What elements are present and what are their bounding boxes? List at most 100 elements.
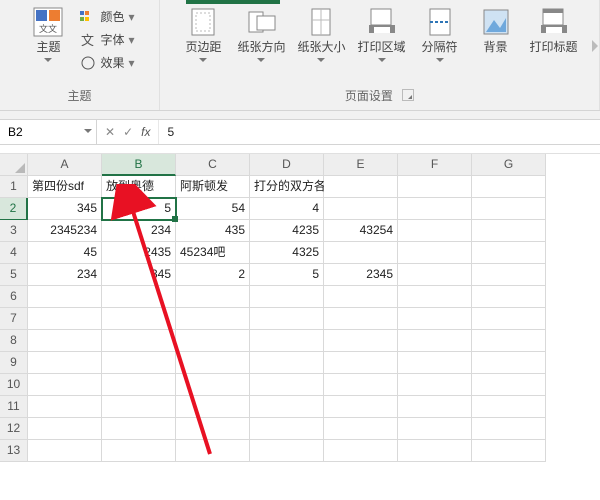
cell[interactable] bbox=[472, 352, 546, 374]
cell[interactable] bbox=[398, 286, 472, 308]
cell-C5[interactable]: 2 bbox=[176, 264, 250, 286]
select-all-corner[interactable] bbox=[0, 154, 28, 176]
cell[interactable] bbox=[102, 308, 176, 330]
dialog-launcher-icon[interactable] bbox=[402, 89, 414, 101]
row-header-7[interactable]: 7 bbox=[0, 308, 28, 330]
fonts-button[interactable]: 文 字体 ▾ bbox=[78, 29, 136, 50]
print-area-button[interactable]: 打印区域 bbox=[354, 4, 410, 64]
cell-A2[interactable]: 345 bbox=[28, 198, 102, 220]
cell-D5[interactable]: 5 bbox=[250, 264, 324, 286]
cell-D4[interactable]: 4325 bbox=[250, 242, 324, 264]
colors-button[interactable]: 颜色 ▾ bbox=[78, 6, 136, 27]
col-header-D[interactable]: D bbox=[250, 154, 324, 176]
name-box[interactable]: B2 bbox=[0, 120, 97, 144]
cell-D3[interactable]: 4235 bbox=[250, 220, 324, 242]
cell[interactable] bbox=[398, 352, 472, 374]
cell[interactable] bbox=[250, 374, 324, 396]
cell[interactable] bbox=[324, 374, 398, 396]
cell-C1[interactable]: 阿斯顿发 bbox=[176, 176, 250, 198]
print-titles-button[interactable]: 打印标题 bbox=[526, 4, 582, 64]
cell-A4[interactable]: 45 bbox=[28, 242, 102, 264]
formula-confirm-button[interactable]: ✓ bbox=[123, 125, 133, 139]
cell-B2[interactable]: 5 bbox=[102, 198, 176, 220]
cell[interactable] bbox=[398, 374, 472, 396]
col-header-C[interactable]: C bbox=[176, 154, 250, 176]
cell-A3[interactable]: 2345234 bbox=[28, 220, 102, 242]
col-header-G[interactable]: G bbox=[472, 154, 546, 176]
cell[interactable] bbox=[250, 352, 324, 374]
cell-F4[interactable] bbox=[398, 242, 472, 264]
cell-F3[interactable] bbox=[398, 220, 472, 242]
cell-A5[interactable]: 234 bbox=[28, 264, 102, 286]
row-header-12[interactable]: 12 bbox=[0, 418, 28, 440]
worksheet-grid[interactable]: A B C D E F G 1 第四份sdf 放到奥德 阿斯顿发 打分的双方各 … bbox=[0, 154, 600, 462]
cell[interactable] bbox=[324, 308, 398, 330]
background-button[interactable]: 背景 bbox=[470, 4, 522, 64]
cell-G2[interactable] bbox=[472, 198, 546, 220]
cell[interactable] bbox=[472, 396, 546, 418]
row-header-10[interactable]: 10 bbox=[0, 374, 28, 396]
cell[interactable] bbox=[250, 286, 324, 308]
cell-B1[interactable]: 放到奥德 bbox=[102, 176, 176, 198]
cell-G4[interactable] bbox=[472, 242, 546, 264]
cell-E5[interactable]: 2345 bbox=[324, 264, 398, 286]
cell[interactable] bbox=[176, 374, 250, 396]
cell[interactable] bbox=[102, 330, 176, 352]
cell[interactable] bbox=[472, 330, 546, 352]
cell[interactable] bbox=[398, 330, 472, 352]
cell[interactable] bbox=[102, 374, 176, 396]
cell-E2[interactable] bbox=[324, 198, 398, 220]
cell-F5[interactable] bbox=[398, 264, 472, 286]
cell[interactable] bbox=[324, 286, 398, 308]
row-header-1[interactable]: 1 bbox=[0, 176, 28, 198]
cell[interactable] bbox=[398, 396, 472, 418]
formula-cancel-button[interactable]: ✕ bbox=[105, 125, 115, 139]
cell-B3[interactable]: 234 bbox=[102, 220, 176, 242]
cell[interactable] bbox=[250, 440, 324, 462]
cell[interactable] bbox=[176, 308, 250, 330]
cell[interactable] bbox=[250, 418, 324, 440]
cell-G1[interactable] bbox=[472, 176, 546, 198]
cell[interactable] bbox=[250, 308, 324, 330]
col-header-F[interactable]: F bbox=[398, 154, 472, 176]
cell[interactable] bbox=[398, 308, 472, 330]
row-header-3[interactable]: 3 bbox=[0, 220, 28, 242]
cell[interactable] bbox=[472, 286, 546, 308]
cell[interactable] bbox=[398, 418, 472, 440]
cell[interactable] bbox=[28, 308, 102, 330]
cell[interactable] bbox=[176, 352, 250, 374]
cell[interactable] bbox=[28, 352, 102, 374]
cell-C2[interactable]: 54 bbox=[176, 198, 250, 220]
row-header-9[interactable]: 9 bbox=[0, 352, 28, 374]
row-header-11[interactable]: 11 bbox=[0, 396, 28, 418]
cell[interactable] bbox=[324, 440, 398, 462]
cell-C3[interactable]: 435 bbox=[176, 220, 250, 242]
cell-B5[interactable]: 345 bbox=[102, 264, 176, 286]
cell-D2[interactable]: 4 bbox=[250, 198, 324, 220]
cell[interactable] bbox=[28, 418, 102, 440]
cell[interactable] bbox=[176, 286, 250, 308]
margins-button[interactable]: 页边距 bbox=[177, 4, 229, 64]
cell[interactable] bbox=[102, 352, 176, 374]
cell[interactable] bbox=[250, 396, 324, 418]
row-header-8[interactable]: 8 bbox=[0, 330, 28, 352]
cell[interactable] bbox=[176, 330, 250, 352]
orientation-button[interactable]: 纸张方向 bbox=[233, 4, 289, 64]
cell[interactable] bbox=[472, 440, 546, 462]
cell[interactable] bbox=[398, 440, 472, 462]
col-header-B[interactable]: B bbox=[102, 154, 176, 176]
col-header-A[interactable]: A bbox=[28, 154, 102, 176]
cell[interactable] bbox=[472, 308, 546, 330]
ribbon-scroll-right-icon[interactable] bbox=[592, 40, 598, 52]
cell[interactable] bbox=[324, 418, 398, 440]
row-header-5[interactable]: 5 bbox=[0, 264, 28, 286]
cell-F1[interactable] bbox=[398, 176, 472, 198]
cell-F2[interactable] bbox=[398, 198, 472, 220]
size-button[interactable]: 纸张大小 bbox=[293, 4, 349, 64]
themes-button[interactable]: 文文 主题 bbox=[22, 4, 74, 64]
cell[interactable] bbox=[102, 418, 176, 440]
col-header-E[interactable]: E bbox=[324, 154, 398, 176]
cell[interactable] bbox=[28, 396, 102, 418]
cell[interactable] bbox=[102, 286, 176, 308]
cell[interactable] bbox=[250, 330, 324, 352]
